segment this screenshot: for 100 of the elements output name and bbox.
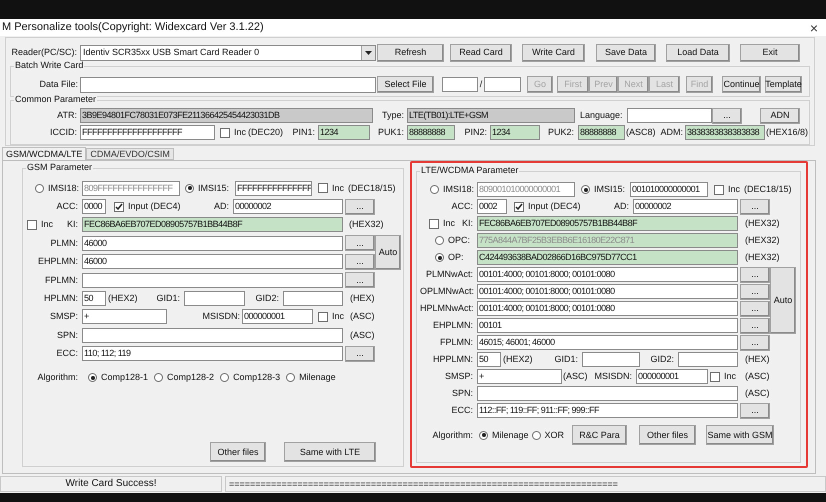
checkbox[interactable]: Input (DEC4) xyxy=(114,202,184,212)
radio-button[interactable]: Comp128-1 xyxy=(88,373,148,382)
input-field[interactable] xyxy=(283,291,343,306)
input-field[interactable]: + xyxy=(477,369,562,384)
input-field[interactable]: C424493638BAD02866D16BC975D77CC1 xyxy=(477,250,738,265)
label: (HEX32) xyxy=(745,236,780,245)
button[interactable]: ... xyxy=(740,334,770,350)
button[interactable]: Exit xyxy=(740,44,800,62)
checkbox[interactable]: Inc xyxy=(710,372,740,382)
button[interactable]: ... xyxy=(740,318,770,334)
input-field[interactable]: 3838383838383838 xyxy=(685,125,765,140)
tab[interactable]: CDMA/EVDO/CSIM xyxy=(86,148,174,160)
button[interactable]: ... xyxy=(345,272,375,288)
input-field[interactable]: 3B9E94801FC78031E073FE211366425454423031DB xyxy=(80,108,373,123)
input-field[interactable]: 50 xyxy=(82,291,106,306)
button[interactable]: Same with GSM xyxy=(706,425,774,445)
button[interactable]: Auto xyxy=(375,235,401,270)
radio-button[interactable]: OPC: xyxy=(435,236,473,245)
button[interactable]: ... xyxy=(740,300,770,316)
radio-button[interactable]: OP: xyxy=(435,253,473,262)
button[interactable]: Read Card xyxy=(450,44,512,62)
radio-button[interactable]: Comp128-3 xyxy=(220,373,280,382)
input-field[interactable]: 46000 xyxy=(82,254,343,270)
input-field[interactable]: 0000 xyxy=(82,199,106,214)
button[interactable]: ... xyxy=(740,402,770,418)
input-field[interactable]: FFFFFFFFFFFFFFFFFFFF xyxy=(80,125,215,140)
input-field[interactable] xyxy=(442,77,478,92)
button[interactable]: ... xyxy=(345,346,375,362)
input-field[interactable]: FEC86BA6EB707ED08905757B1BB44B8F xyxy=(477,216,738,231)
input-field[interactable]: 00101:4000; 00101:8000; 00101:0080 xyxy=(477,284,738,299)
input-field[interactable]: 50 xyxy=(477,352,501,367)
input-field[interactable]: 46000 xyxy=(82,236,343,251)
input-field[interactable] xyxy=(80,76,376,92)
button[interactable]: Load Data xyxy=(666,44,730,62)
input-field[interactable]: 00101:4000; 00101:8000; 00101:0080 xyxy=(477,301,738,316)
input-field[interactable] xyxy=(184,291,245,306)
reader-dropdown[interactable]: Identiv SCR35xx USB Smart Card Reader 0 xyxy=(80,44,376,60)
radio-button[interactable]: Comp128-2 xyxy=(154,373,214,382)
tab[interactable]: GSM/WCDMA/LTE xyxy=(2,147,86,160)
input-field[interactable]: FEC86BA6EB707ED08905757B1BB44B8F xyxy=(82,217,343,232)
input-field[interactable]: 00000002 xyxy=(633,199,738,214)
button[interactable]: Other files xyxy=(639,425,696,445)
radio-button[interactable]: XOR xyxy=(532,430,564,440)
button[interactable]: Other files xyxy=(210,442,266,462)
button[interactable]: R&C Para xyxy=(572,425,628,445)
input-field[interactable]: + xyxy=(82,309,167,324)
input-field[interactable]: 1234 xyxy=(490,125,540,140)
radio-button[interactable]: IMSI18: xyxy=(430,185,475,194)
button[interactable]: Write Card xyxy=(522,44,585,62)
input-field[interactable]: 0002 xyxy=(477,199,507,214)
checkbox[interactable]: Inc xyxy=(429,218,457,228)
input-field[interactable]: 88888888 xyxy=(407,125,455,140)
button[interactable]: ... xyxy=(740,198,770,214)
button[interactable]: Template xyxy=(765,76,802,93)
radio-button[interactable]: IMSI15: xyxy=(581,185,628,194)
button[interactable]: Auto xyxy=(770,266,796,334)
button[interactable]: ... xyxy=(345,235,375,252)
button[interactable]: ... xyxy=(712,108,742,124)
checkbox[interactable]: Inc xyxy=(714,184,742,194)
input-field[interactable]: 000000001 xyxy=(242,309,313,324)
close-button[interactable]: × xyxy=(810,20,818,34)
checkbox[interactable]: Input (DEC4) xyxy=(514,202,584,212)
input-field[interactable]: 46015; 46001; 46000 xyxy=(477,335,738,350)
input-field[interactable] xyxy=(582,352,640,367)
checkbox[interactable]: Inc xyxy=(220,128,246,138)
checkbox[interactable]: Inc xyxy=(318,312,348,322)
radio-button[interactable]: Milenage xyxy=(286,373,336,382)
button[interactable]: Select File xyxy=(377,76,434,93)
input-field[interactable]: LTE(TB01):LTE+GSM xyxy=(407,108,575,123)
button[interactable]: Save Data xyxy=(596,44,656,62)
input-field[interactable]: 110; 112; 119 xyxy=(82,346,343,362)
input-field[interactable]: 112::FF; 119::FF; 911::FF; 999::FF xyxy=(477,403,738,418)
input-field[interactable] xyxy=(82,328,343,343)
button[interactable]: ... xyxy=(345,254,375,270)
radio-button[interactable]: IMSI15: xyxy=(185,184,232,193)
input-field[interactable] xyxy=(477,386,738,401)
button[interactable]: Continue xyxy=(722,76,761,93)
input-field[interactable] xyxy=(627,108,712,123)
radio-button[interactable]: IMSI18: xyxy=(35,184,80,193)
checkbox[interactable]: Inc xyxy=(318,183,346,194)
input-field[interactable]: 000000001 xyxy=(636,369,708,384)
input-field[interactable] xyxy=(678,352,738,367)
label: KI: xyxy=(460,219,473,228)
radio-button[interactable]: Milenage xyxy=(479,430,529,440)
button[interactable]: Refresh xyxy=(377,44,444,62)
button[interactable]: ... xyxy=(740,284,770,300)
input-field[interactable]: 001010000000001 xyxy=(630,182,708,197)
input-field[interactable]: 00000002 xyxy=(233,199,343,214)
button[interactable]: ... xyxy=(740,266,770,282)
input-field[interactable] xyxy=(82,272,343,288)
checkbox[interactable]: Inc xyxy=(27,220,55,230)
input-field[interactable]: 00101 xyxy=(477,318,738,333)
input-field[interactable] xyxy=(484,77,521,92)
button[interactable]: Same with LTE xyxy=(284,442,376,462)
input-field[interactable]: 1234 xyxy=(318,125,370,140)
input-field[interactable]: 88888888 xyxy=(578,125,625,140)
button[interactable]: ADN xyxy=(760,108,800,124)
input-field[interactable]: 00101:4000; 00101:8000; 00101:0080 xyxy=(477,267,738,282)
button[interactable]: ... xyxy=(345,198,375,215)
label: Language: xyxy=(580,111,624,120)
